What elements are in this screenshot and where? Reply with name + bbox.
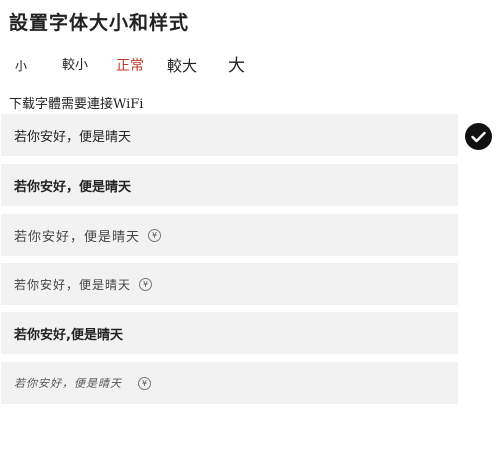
font-option-5[interactable]: 若你安好,便是晴天	[1, 312, 458, 354]
font-sample-text: 若你安好，便是晴天	[14, 129, 132, 145]
font-sample-text: 若你安好，便是晴天	[14, 377, 122, 390]
yen-coin-icon: ¥	[148, 228, 162, 242]
font-option-2[interactable]: 若你安好，便是晴天	[1, 164, 458, 206]
yen-coin-icon: ¥	[138, 376, 151, 390]
size-option-large[interactable]: 大	[228, 53, 245, 79]
page-title: 設置字体大小和样式	[9, 12, 190, 34]
font-option-1[interactable]: 若你安好，便是晴天	[1, 114, 458, 156]
size-option-smaller[interactable]: 較小	[62, 53, 88, 79]
size-option-normal[interactable]: 正常	[116, 53, 144, 79]
font-sample-text: 若你安好,便是晴天	[14, 327, 123, 343]
size-option-larger[interactable]: 較大	[167, 53, 197, 79]
font-size-selector: 小 較小 正常 較大 大	[0, 53, 499, 79]
font-sample-text: 若你安好，便是晴天	[14, 179, 132, 195]
font-option-3[interactable]: 若你安好，便是晴天 ¥	[1, 214, 458, 256]
check-icon	[465, 123, 492, 150]
size-option-small[interactable]: 小	[15, 53, 27, 79]
font-sample-text: 若你安好，便是晴天	[14, 277, 132, 292]
font-sample-text: 若你安好，便是晴天	[14, 229, 141, 245]
font-option-6[interactable]: 若你安好，便是晴天 ¥	[1, 362, 458, 404]
font-option-4[interactable]: 若你安好，便是晴天 ¥	[1, 263, 458, 305]
wifi-download-hint: 下载字體需要連接WiFi	[9, 97, 144, 112]
yen-coin-icon: ¥	[139, 277, 153, 291]
